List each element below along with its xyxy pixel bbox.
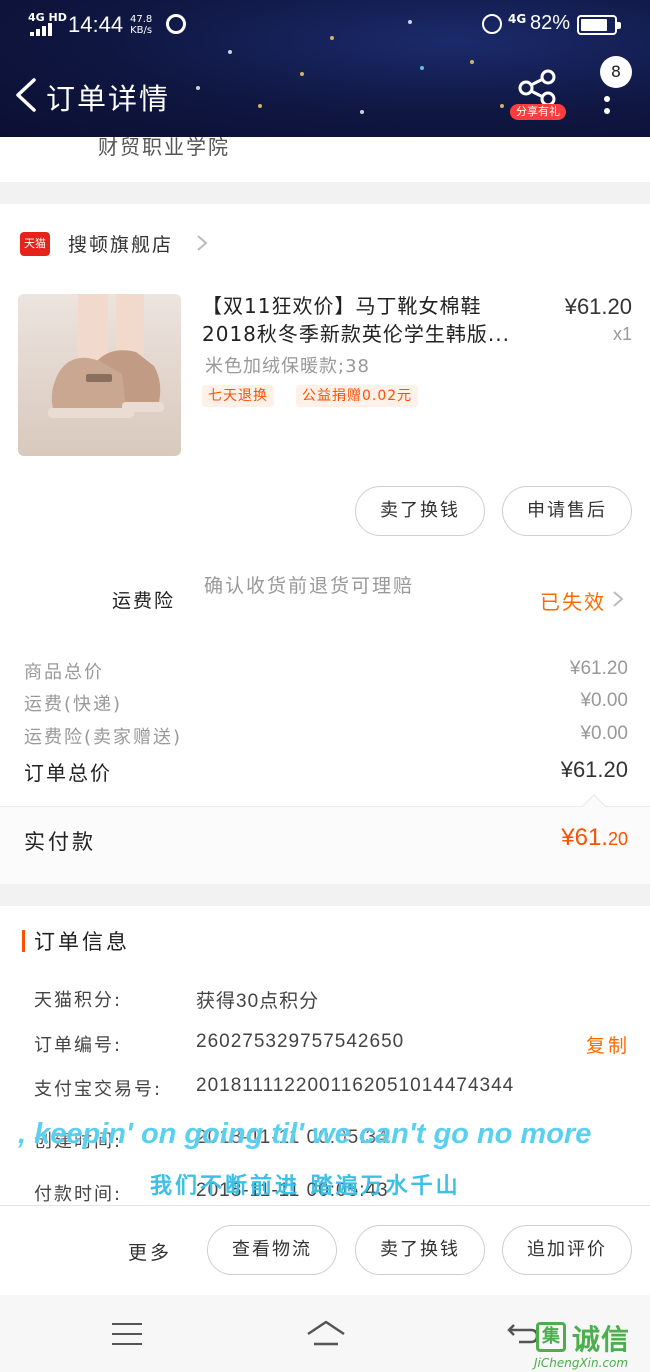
order-info-title: 订单信息	[34, 930, 130, 954]
insurance-fee-value: ¥0.00	[580, 723, 628, 744]
more-menu-icon[interactable]	[600, 84, 614, 114]
star-decor	[500, 104, 504, 108]
star-decor	[228, 50, 232, 54]
view-logistics-button[interactable]: 查看物流	[207, 1225, 337, 1275]
order-number-row: 订单编号: 260275329757542650	[34, 1031, 634, 1059]
page-title: 订单详情	[46, 82, 171, 116]
star-decor	[196, 86, 200, 90]
home-icon[interactable]	[304, 1318, 348, 1350]
goods-total-value: ¥61.20	[569, 658, 628, 679]
subtitle-english: , keepin' on going til' we can't go no m…	[18, 1118, 592, 1150]
product-sku: 米色加绒保暖款;38	[205, 356, 370, 377]
points-row: 天猫积分: 获得30点积分	[34, 986, 634, 1014]
copy-order-number-button[interactable]: 复制	[586, 1031, 630, 1058]
share-icon	[518, 69, 556, 107]
more-actions-button[interactable]: 更多	[128, 1238, 172, 1265]
order-total-label: 订单总价	[24, 761, 112, 785]
status-bar: 4G HD 14:44 47.8 KB/s 4G 82%	[0, 0, 650, 50]
sync-icon	[166, 14, 186, 34]
header-bar: 4G HD 14:44 47.8 KB/s 4G 82% 订单详情 分享有礼 8	[0, 0, 650, 137]
address-text: 财贸职业学院	[98, 137, 230, 159]
shop-name: 搜顿旗舰店	[68, 234, 174, 256]
watermark-logo: 集	[536, 1322, 566, 1352]
shipping-insurance-status[interactable]: 已失效	[540, 586, 606, 615]
shipping-insurance-desc: 确认收货前退货可理赔	[204, 575, 415, 597]
net-speed-unit: KB/s	[130, 25, 153, 36]
tmall-icon: 天猫	[20, 232, 50, 256]
add-review-button[interactable]: 追加评价	[502, 1225, 632, 1275]
order-total-row: 订单总价 ¥61.20	[24, 757, 628, 785]
back-arrow-icon[interactable]	[12, 78, 40, 112]
site-watermark: 集 诚信 JiChengXin.com	[532, 1318, 650, 1372]
paid-notch-decor	[583, 796, 605, 807]
product-title[interactable]: 【双11狂欢价】马丁靴女棉鞋 2018秋冬季新款英伦学生韩版...	[202, 292, 542, 348]
star-decor	[300, 72, 304, 76]
star-decor	[258, 104, 262, 108]
star-decor	[420, 66, 424, 70]
net-speed-value: 47.8	[130, 14, 153, 25]
clock: 14:44	[68, 12, 124, 37]
product-image[interactable]	[18, 294, 181, 456]
chevron-right-icon	[197, 235, 208, 251]
after-sale-button[interactable]: 申请售后	[502, 486, 632, 536]
paid-value-int: ¥61.	[561, 824, 608, 851]
paid-value: ¥61.20	[561, 824, 628, 852]
watermark-text: 诚信	[572, 1323, 631, 1356]
menu-icon[interactable]	[112, 1323, 142, 1345]
net-speed: 47.8 KB/s	[130, 14, 152, 36]
sell-for-cash-button[interactable]: 卖了换钱	[355, 486, 485, 536]
paid-amount-box	[0, 806, 650, 884]
star-decor	[360, 110, 364, 114]
product-price: ¥61.20	[564, 294, 632, 319]
order-total-value: ¥61.20	[560, 757, 628, 782]
alipay-value: 2018111122001162051014474344	[196, 1075, 515, 1096]
product-title-line2: 2018秋冬季新款英伦学生韩版...	[202, 322, 510, 346]
order-number-value: 260275329757542650	[196, 1031, 405, 1052]
return-policy-tag: 七天退换	[202, 385, 274, 407]
paid-value-dec: 20	[607, 829, 628, 849]
order-number-label: 订单编号:	[34, 1035, 123, 1056]
insurance-fee-row: 运费险(卖家赠送) ¥0.00	[24, 723, 628, 751]
product-quantity: x1	[612, 324, 632, 344]
product-title-line1: 【双11狂欢价】马丁靴女棉鞋	[202, 294, 482, 318]
shipping-value: ¥0.00	[580, 690, 628, 711]
share-reward-label: 分享有礼	[510, 104, 566, 120]
shipping-label: 运费(快递)	[24, 694, 123, 715]
battery-percent: 82%	[530, 12, 571, 34]
section-accent-bar	[22, 930, 25, 952]
alipay-label: 支付宝交易号:	[34, 1079, 163, 1100]
watermark-url: JiChengXin.com	[534, 1356, 629, 1370]
shipping-row: 运费(快递) ¥0.00	[24, 690, 628, 718]
boot-image	[48, 294, 164, 418]
paid-time-label: 付款时间:	[34, 1184, 123, 1205]
sell-for-cash-button-bottom[interactable]: 卖了换钱	[355, 1225, 485, 1275]
star-decor	[470, 60, 474, 64]
charity-tag: 公益捐赠0.02元	[296, 385, 419, 407]
chevron-right-icon[interactable]	[612, 590, 624, 608]
paid-label: 实付款	[24, 830, 96, 854]
signal-icon	[30, 22, 56, 36]
shop-row[interactable]: 天猫 搜顿旗舰店	[20, 226, 620, 260]
points-value: 获得30点积分	[196, 991, 320, 1012]
address-card: 财贸职业学院	[0, 137, 650, 182]
network-indicator-right: 4G	[508, 12, 527, 26]
alipay-row: 支付宝交易号: 2018111122001162051014474344	[34, 1075, 634, 1103]
goods-total-row: 商品总价 ¥61.20	[24, 658, 628, 686]
shipping-insurance-label: 运费险	[112, 590, 176, 612]
points-label: 天猫积分:	[34, 990, 123, 1011]
alarm-icon	[482, 14, 502, 34]
insurance-fee-label: 运费险(卖家赠送)	[24, 727, 183, 748]
share-button[interactable]: 分享有礼	[508, 68, 568, 122]
goods-total-label: 商品总价	[24, 662, 104, 683]
battery-icon	[577, 15, 621, 35]
subtitle-chinese: 我们不断前进 踏遍万水千山	[150, 1174, 461, 1199]
